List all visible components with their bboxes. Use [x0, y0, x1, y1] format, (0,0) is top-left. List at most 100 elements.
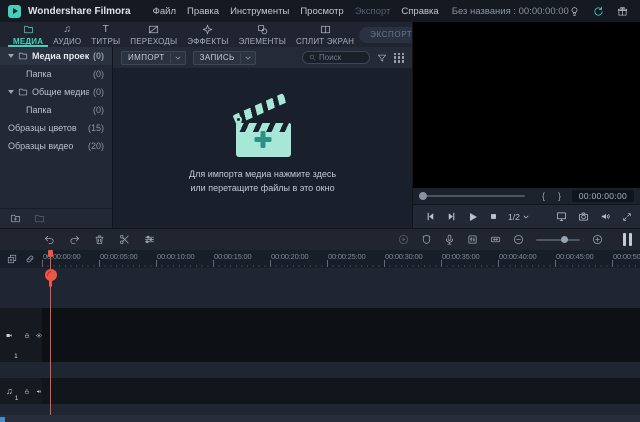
app-title: Wondershare Filmora [28, 6, 131, 17]
folder-icon [18, 51, 28, 61]
timeline-scrollbar-area[interactable] [0, 415, 640, 422]
sidebar-item-shared-media[interactable]: Общие медиа (0) [0, 83, 112, 101]
media-panel: ИМПОРТ ЗАПИСЬ [113, 47, 412, 228]
audio-track-header: ♫ 1 [0, 378, 42, 404]
split-screen-icon [320, 24, 331, 35]
zoom-out-icon[interactable] [513, 234, 524, 245]
tab-media[interactable]: МЕДИА [8, 22, 48, 47]
menu-file[interactable]: Файл [153, 6, 176, 17]
search-input[interactable] [319, 53, 363, 62]
eye-visibility-icon[interactable] [36, 331, 42, 340]
audio-mixer-icon[interactable] [467, 234, 478, 245]
tab-split-screen[interactable]: СПЛИТ ЭКРАН [291, 22, 359, 47]
voiceover-mic-icon[interactable] [444, 234, 455, 245]
menu-export: Экспорт [355, 6, 391, 17]
record-button[interactable]: ЗАПИСЬ [193, 51, 256, 65]
tips-bulb-icon[interactable] [569, 6, 580, 17]
audio-track[interactable]: ♫ 1 [0, 378, 640, 404]
feature-tab-bar: МЕДИА ♫ АУДИО T ТИТРЫ ПЕРЕХОДЫ ЭФФЕКТЫ Э… [0, 22, 412, 47]
gift-icon[interactable] [617, 6, 628, 17]
mark-in-out-icons[interactable]: {} [542, 191, 561, 201]
update-refresh-icon[interactable] [593, 6, 604, 17]
import-hint-text: Для импорта медиа нажмите здесь или пере… [189, 168, 336, 194]
seek-slider-thumb[interactable] [419, 192, 427, 200]
split-scissors-icon[interactable] [119, 234, 130, 245]
next-frame-button[interactable] [446, 211, 457, 222]
playhead-top-marker[interactable] [48, 250, 53, 257]
record-dropdown-arrow[interactable] [240, 53, 255, 63]
music-note-icon: ♫ [63, 24, 71, 35]
zoom-in-icon[interactable] [592, 234, 603, 245]
seek-slider[interactable] [419, 195, 525, 197]
delete-trash-icon[interactable] [94, 234, 105, 245]
lock-icon[interactable] [24, 387, 30, 396]
filmora-logo-icon [8, 5, 21, 18]
menu-tools[interactable]: Инструменты [230, 6, 289, 17]
lock-icon[interactable] [24, 331, 30, 340]
import-dropdown-arrow[interactable] [170, 53, 185, 63]
tab-transitions[interactable]: ПЕРЕХОДЫ [125, 22, 182, 47]
caret-down-icon[interactable] [8, 54, 14, 58]
elements-shapes-icon [257, 24, 268, 35]
undo-icon[interactable] [44, 234, 55, 245]
timeline-zoom-thumb[interactable] [561, 236, 568, 243]
preview-scrub-row: {} 00:00:00:00 [413, 188, 640, 204]
title-bar: Wondershare Filmora Файл Правка Инструме… [0, 0, 640, 22]
filter-funnel-icon[interactable] [377, 53, 387, 63]
media-toolbar: ИМПОРТ ЗАПИСЬ [113, 47, 412, 68]
redo-icon[interactable] [69, 234, 80, 245]
track-number: 1 [15, 395, 19, 404]
tab-elements[interactable]: ЭЛЕМЕНТЫ [234, 22, 291, 47]
add-folder-icon[interactable] [10, 213, 21, 224]
detach-monitor-icon[interactable] [556, 211, 567, 222]
video-track-header: 1 [0, 308, 42, 362]
playhead-handle-tail [49, 279, 52, 287]
timeline-zoom-slider[interactable] [536, 239, 580, 241]
timeline-empty-band [0, 268, 640, 308]
mute-speaker-icon[interactable] [36, 387, 42, 396]
sidebar-item-folder-1[interactable]: Папка (0) [0, 65, 112, 83]
video-track[interactable]: 1 [0, 308, 640, 362]
timeline-empty-band [0, 404, 640, 415]
ruler-ticks [42, 260, 640, 267]
tab-audio[interactable]: ♫ АУДИО [48, 22, 86, 47]
folder-icon [23, 24, 34, 35]
tab-titles[interactable]: T ТИТРЫ [86, 22, 125, 47]
caret-down-icon[interactable] [8, 90, 14, 94]
zoom-to-fit-icon[interactable] [490, 234, 501, 245]
tab-effects[interactable]: ЭФФЕКТЫ [182, 22, 233, 47]
item-count: (20) [88, 141, 104, 151]
preview-panel: {} 00:00:00:00 1/2 [412, 22, 640, 228]
video-camera-icon [6, 331, 12, 340]
track-size-toggle-icon[interactable] [623, 233, 633, 246]
menu-bar: Файл Правка Инструменты Просмотр Экспорт… [153, 6, 439, 17]
preview-timecode: 00:00:00:00 [572, 190, 634, 202]
play-button[interactable] [467, 211, 479, 223]
delete-folder-icon [34, 213, 45, 224]
snapshot-camera-icon[interactable] [578, 211, 589, 222]
import-button[interactable]: ИМПОРТ [121, 51, 186, 65]
sidebar-item-project-media[interactable]: Медиа проекта (0) [0, 47, 112, 65]
sidebar-item-folder-2[interactable]: Папка (0) [0, 101, 112, 119]
fullscreen-icon[interactable] [622, 212, 632, 222]
music-note-icon: ♫ [6, 387, 13, 396]
sidebar-item-color-samples[interactable]: Образцы цветов (15) [0, 119, 112, 137]
previous-frame-button[interactable] [425, 211, 436, 222]
marker-shield-icon[interactable] [421, 234, 432, 245]
media-import-dropzone[interactable]: Для импорта медиа нажмите здесь или пере… [113, 68, 412, 228]
menu-view[interactable]: Просмотр [300, 6, 343, 17]
timeline: 00:00:00:0000:00:05:0000:00:10:0000:00:1… [0, 250, 640, 422]
menu-edit[interactable]: Правка [187, 6, 219, 17]
item-count: (0) [93, 69, 104, 79]
adjust-sliders-icon[interactable] [144, 234, 155, 245]
volume-speaker-icon[interactable] [600, 211, 611, 222]
scrollbar-corner-chip [0, 417, 5, 422]
thumbnail-grid-view-icon[interactable] [394, 53, 404, 63]
media-library-sidebar: Медиа проекта (0) Папка (0) Общие медиа … [0, 47, 113, 228]
search-box[interactable] [302, 51, 370, 64]
stop-button[interactable] [489, 212, 498, 221]
sidebar-item-video-samples[interactable]: Образцы видео (20) [0, 137, 112, 155]
menu-help[interactable]: Справка [401, 6, 438, 17]
timeline-ruler[interactable]: 00:00:00:0000:00:05:0000:00:10:0000:00:1… [0, 250, 640, 268]
playback-speed-dropdown[interactable]: 1/2 [508, 212, 529, 222]
